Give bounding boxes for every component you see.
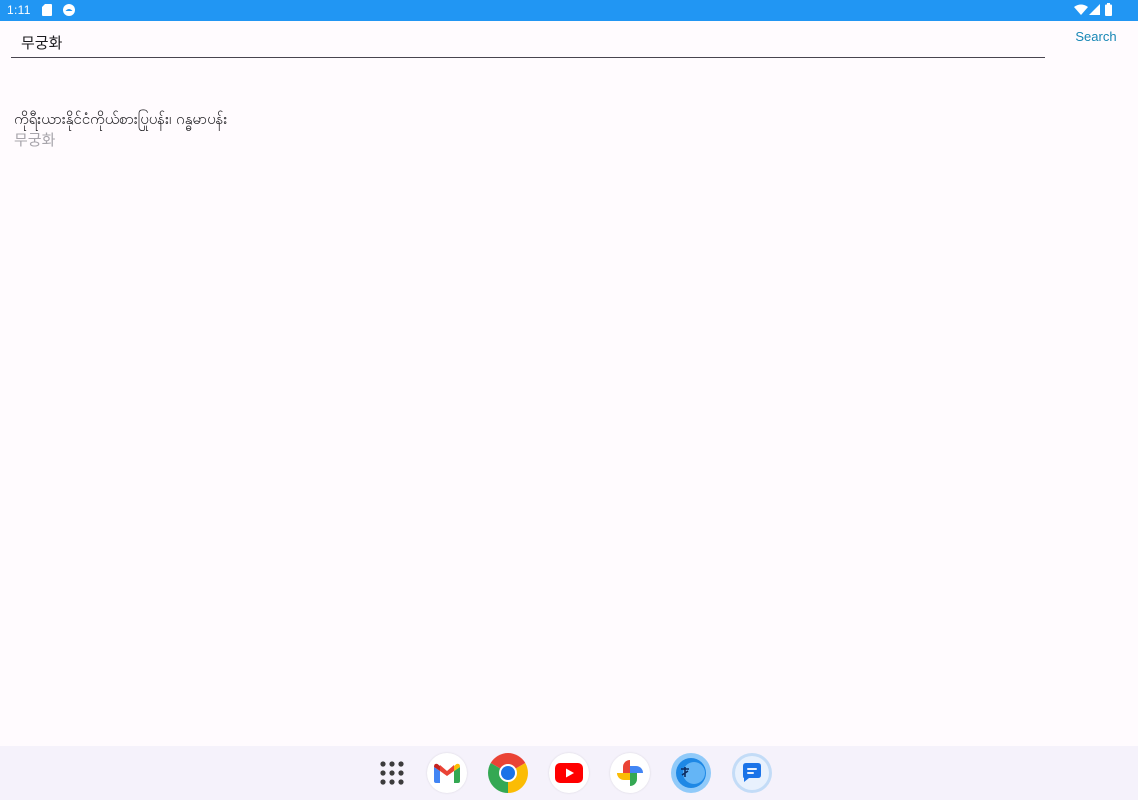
app-drawer-icon [380, 761, 404, 785]
app-drawer-button[interactable] [372, 753, 412, 793]
signal-icon [1089, 4, 1100, 15]
dictionary-app-icon [676, 758, 706, 788]
messages-icon [735, 756, 769, 790]
sd-card-icon [42, 4, 52, 16]
youtube-icon [555, 763, 583, 783]
wifi-icon [1074, 4, 1088, 15]
dictionary-app[interactable] [671, 753, 711, 793]
battery-icon [1105, 3, 1112, 16]
search-button[interactable]: Search [1068, 28, 1124, 44]
youtube-app[interactable] [549, 753, 589, 793]
search-input[interactable] [11, 28, 1045, 58]
gmail-app[interactable] [427, 753, 467, 793]
result-term: 무궁화 [14, 131, 56, 149]
result-translation: ကိုရီးယားနိုင်ငံကိုယ်စားပြုပန်း၊ ဂန္ဓမာပ… [14, 110, 228, 128]
gmail-icon [434, 763, 460, 783]
photos-icon [617, 760, 643, 786]
status-bar: 1:11 [0, 0, 1138, 21]
app-notification-icon [63, 4, 75, 16]
taskbar [0, 746, 1138, 800]
status-time: 1:11 [7, 3, 31, 17]
chrome-app[interactable] [488, 753, 528, 793]
chrome-icon [488, 753, 528, 793]
messages-app[interactable] [732, 753, 772, 793]
result-item[interactable]: ကိုရီးယားနိုင်ငံကိုယ်စားပြုပန်း၊ ဂန္ဓမာပ… [14, 108, 1114, 150]
photos-app[interactable] [610, 753, 650, 793]
